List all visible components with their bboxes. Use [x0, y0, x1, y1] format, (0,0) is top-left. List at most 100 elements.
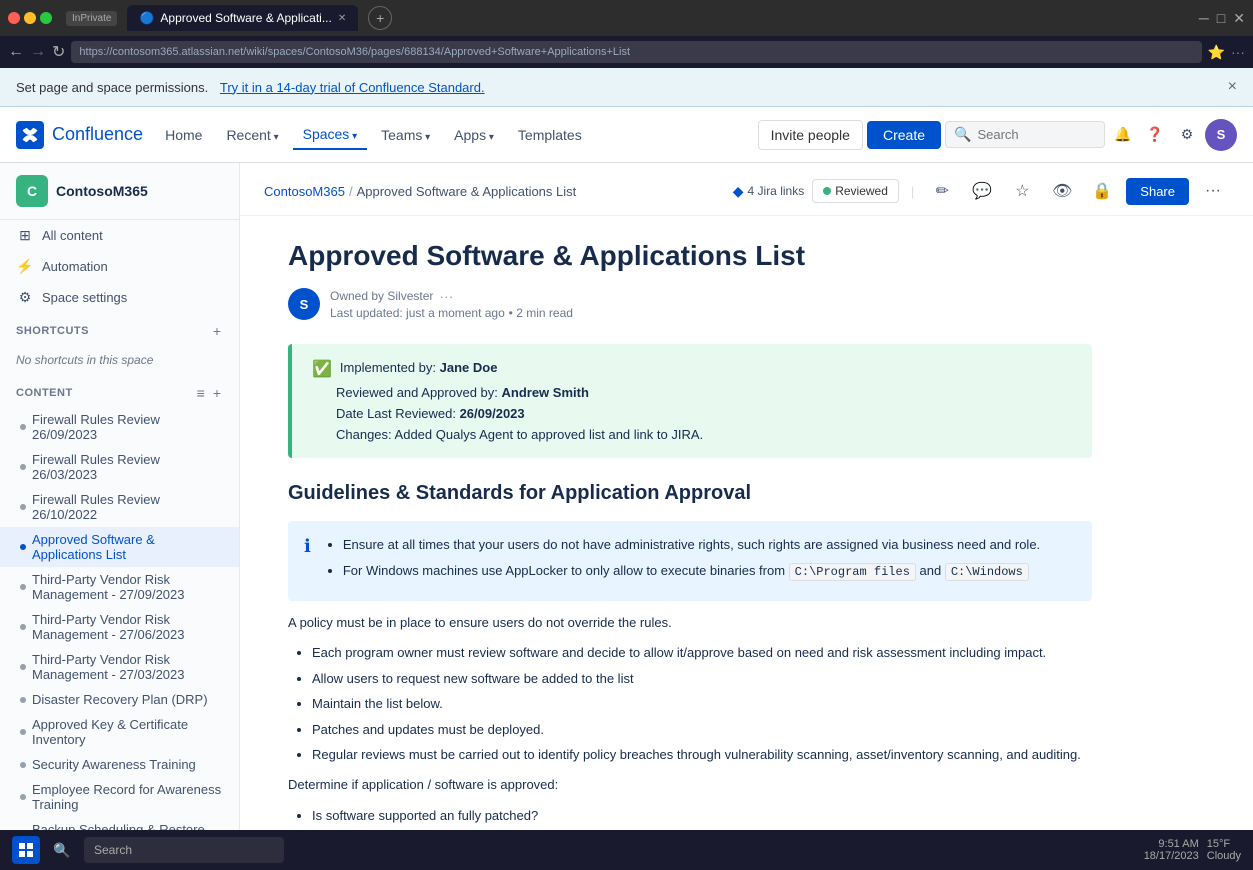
banner-link[interactable]: Try it in a 14-day trial of Confluence S… [220, 80, 485, 95]
status-badge[interactable]: Reviewed [812, 179, 899, 203]
content-item-3-active[interactable]: Approved Software & Applications List [0, 527, 239, 567]
extensions-btn[interactable]: ⭐ [1208, 44, 1225, 61]
back-btn[interactable]: ← [8, 43, 24, 61]
settings-btn[interactable]: ⚙ [1173, 121, 1201, 149]
reviewed-label: Reviewed and Approved by: [336, 385, 502, 400]
more-actions-btn[interactable]: ··· [1197, 175, 1229, 207]
banner-close-btn[interactable]: × [1228, 78, 1237, 96]
changes-label: Changes: [336, 427, 395, 442]
create-button[interactable]: Create [867, 121, 941, 149]
nav-templates[interactable]: Templates [508, 121, 592, 149]
search-taskbar-btn[interactable]: 🔍 [48, 836, 76, 864]
jira-links-text: 4 Jira links [748, 184, 805, 198]
new-tab-btn[interactable]: + [368, 6, 392, 30]
star-btn[interactable]: ☆ [1006, 175, 1038, 207]
announcement-banner: Set page and space permissions. Try it i… [0, 68, 1253, 107]
space-header[interactable]: C ContosoM365 [0, 163, 239, 220]
content-item-5[interactable]: Third-Party Vendor Risk Management - 27/… [0, 607, 239, 647]
content-item-8[interactable]: Approved Key & Certificate Inventory [0, 712, 239, 752]
jira-links[interactable]: ◆ 4 Jira links [733, 183, 804, 200]
sidebar-item-space-settings[interactable]: ⚙ Space settings [0, 282, 239, 313]
restrict-btn[interactable]: 🔒 [1086, 175, 1118, 207]
breadcrumb-separator: / [349, 184, 353, 199]
content-item-0[interactable]: Firewall Rules Review 26/09/2023 [0, 407, 239, 447]
help-btn[interactable]: ❓ [1141, 121, 1169, 149]
meta-options-btn[interactable]: ··· [439, 288, 453, 304]
btn-maximize[interactable] [40, 12, 52, 24]
top-navbar: Confluence Home Recent Spaces Teams Apps… [0, 107, 1253, 163]
shortcuts-add-btn[interactable]: + [211, 321, 223, 341]
nav-home[interactable]: Home [155, 121, 212, 149]
nav-spaces[interactable]: Spaces [293, 120, 368, 150]
browser-tab-active[interactable]: 🔵 Approved Software & Applicati... ✕ [127, 5, 358, 31]
body-list-item-1: Allow users to request new software be a… [312, 669, 1092, 689]
nav-teams[interactable]: Teams [371, 121, 440, 149]
content-label: CONTENT [16, 387, 73, 399]
check-icon: ✅ [312, 359, 332, 379]
btn-minimize[interactable] [24, 12, 36, 24]
shortcuts-section-header: SHORTCUTS + [0, 313, 239, 345]
content-item-label: Approved Key & Certificate Inventory [32, 717, 223, 747]
content-item-10[interactable]: Employee Record for Awareness Training [0, 777, 239, 817]
close-window-btn[interactable]: ✕ [1233, 10, 1245, 27]
share-button[interactable]: Share [1126, 178, 1189, 205]
owned-by-text: Owned by Silvester [330, 289, 433, 303]
search-box[interactable]: 🔍 [945, 121, 1105, 148]
content-item-7[interactable]: Disaster Recovery Plan (DRP) [0, 687, 239, 712]
nav-recent[interactable]: Recent [216, 121, 288, 149]
tab-close-btn[interactable]: ✕ [338, 13, 346, 24]
sidebar-item-automation[interactable]: ⚡ Automation [0, 251, 239, 282]
user-avatar[interactable]: S [1205, 119, 1237, 151]
comment-btn[interactable]: 💬 [966, 175, 998, 207]
start-btn[interactable] [12, 836, 40, 864]
content-item-label: Firewall Rules Review 26/09/2023 [32, 412, 223, 442]
content-item-1[interactable]: Firewall Rules Review 26/03/2023 [0, 447, 239, 487]
invite-people-button[interactable]: Invite people [758, 120, 863, 150]
body-text-policy: A policy must be in place to ensure user… [288, 613, 1092, 634]
address-input[interactable] [71, 41, 1201, 63]
bullet-icon [20, 697, 26, 703]
search-input[interactable] [977, 127, 1096, 142]
taskbar-search[interactable]: Search [84, 837, 284, 863]
settings-icon: ⚙ [16, 289, 34, 306]
sidebar-item-label: Space settings [42, 290, 127, 305]
content-item-label: Firewall Rules Review 26/10/2022 [32, 492, 223, 522]
watch-btn[interactable]: 👁 [1046, 175, 1078, 207]
determine-item-0: Is software supported an fully patched? [312, 806, 1092, 826]
content-filter-btn[interactable]: ≡ [195, 383, 207, 403]
bullet-icon [20, 504, 26, 510]
nav-apps[interactable]: Apps [444, 121, 504, 149]
bullet-icon [20, 624, 26, 630]
notification-bell-btn[interactable]: 🔔 [1109, 121, 1137, 149]
content-item-label: Third-Party Vendor Risk Management - 27/… [32, 652, 223, 682]
refresh-btn[interactable]: ↻ [52, 42, 65, 62]
minimize-window-btn[interactable]: ─ [1199, 10, 1209, 26]
read-time-text: 2 min read [516, 306, 573, 320]
body-list-item-3: Patches and updates must be deployed. [312, 720, 1092, 740]
grid-icon: ⊞ [16, 227, 34, 244]
content-item-11[interactable]: Backup Scheduling & Restore Procedure [0, 817, 239, 830]
content-item-9[interactable]: Security Awareness Training [0, 752, 239, 777]
content-item-label: Disaster Recovery Plan (DRP) [32, 692, 208, 707]
determine-list: Is software supported an fully patched? … [288, 806, 1092, 830]
forward-btn[interactable]: → [30, 43, 46, 61]
settings-btn[interactable]: ··· [1231, 44, 1245, 61]
breadcrumb-space-link[interactable]: ContosoM365 [264, 184, 345, 199]
taskbar: 🔍 Search 9:51 AM 18/17/2023 15°F Cloudy [0, 830, 1253, 870]
btn-close[interactable] [8, 12, 20, 24]
edit-btn[interactable]: ✏ [926, 175, 958, 207]
restore-window-btn[interactable]: □ [1217, 10, 1225, 26]
content-item-4[interactable]: Third-Party Vendor Risk Management - 27/… [0, 567, 239, 607]
sidebar: C ContosoM365 ⊞ All content ⚡ Automation… [0, 163, 240, 830]
inprivate-badge: InPrivate [66, 11, 117, 26]
bullet-icon [20, 729, 26, 735]
callout-item-1: For Windows machines use AppLocker to on… [343, 561, 1040, 581]
logo-icon [16, 121, 44, 149]
content-item-2[interactable]: Firewall Rules Review 26/10/2022 [0, 487, 239, 527]
sidebar-item-all-content[interactable]: ⊞ All content [0, 220, 239, 251]
content-section-header: CONTENT ≡ + [0, 375, 239, 407]
body-text-determine: Determine if application / software is a… [288, 775, 1092, 796]
content-add-btn[interactable]: + [211, 383, 223, 403]
content-item-6[interactable]: Third-Party Vendor Risk Management - 27/… [0, 647, 239, 687]
confluence-logo[interactable]: Confluence [16, 121, 143, 149]
